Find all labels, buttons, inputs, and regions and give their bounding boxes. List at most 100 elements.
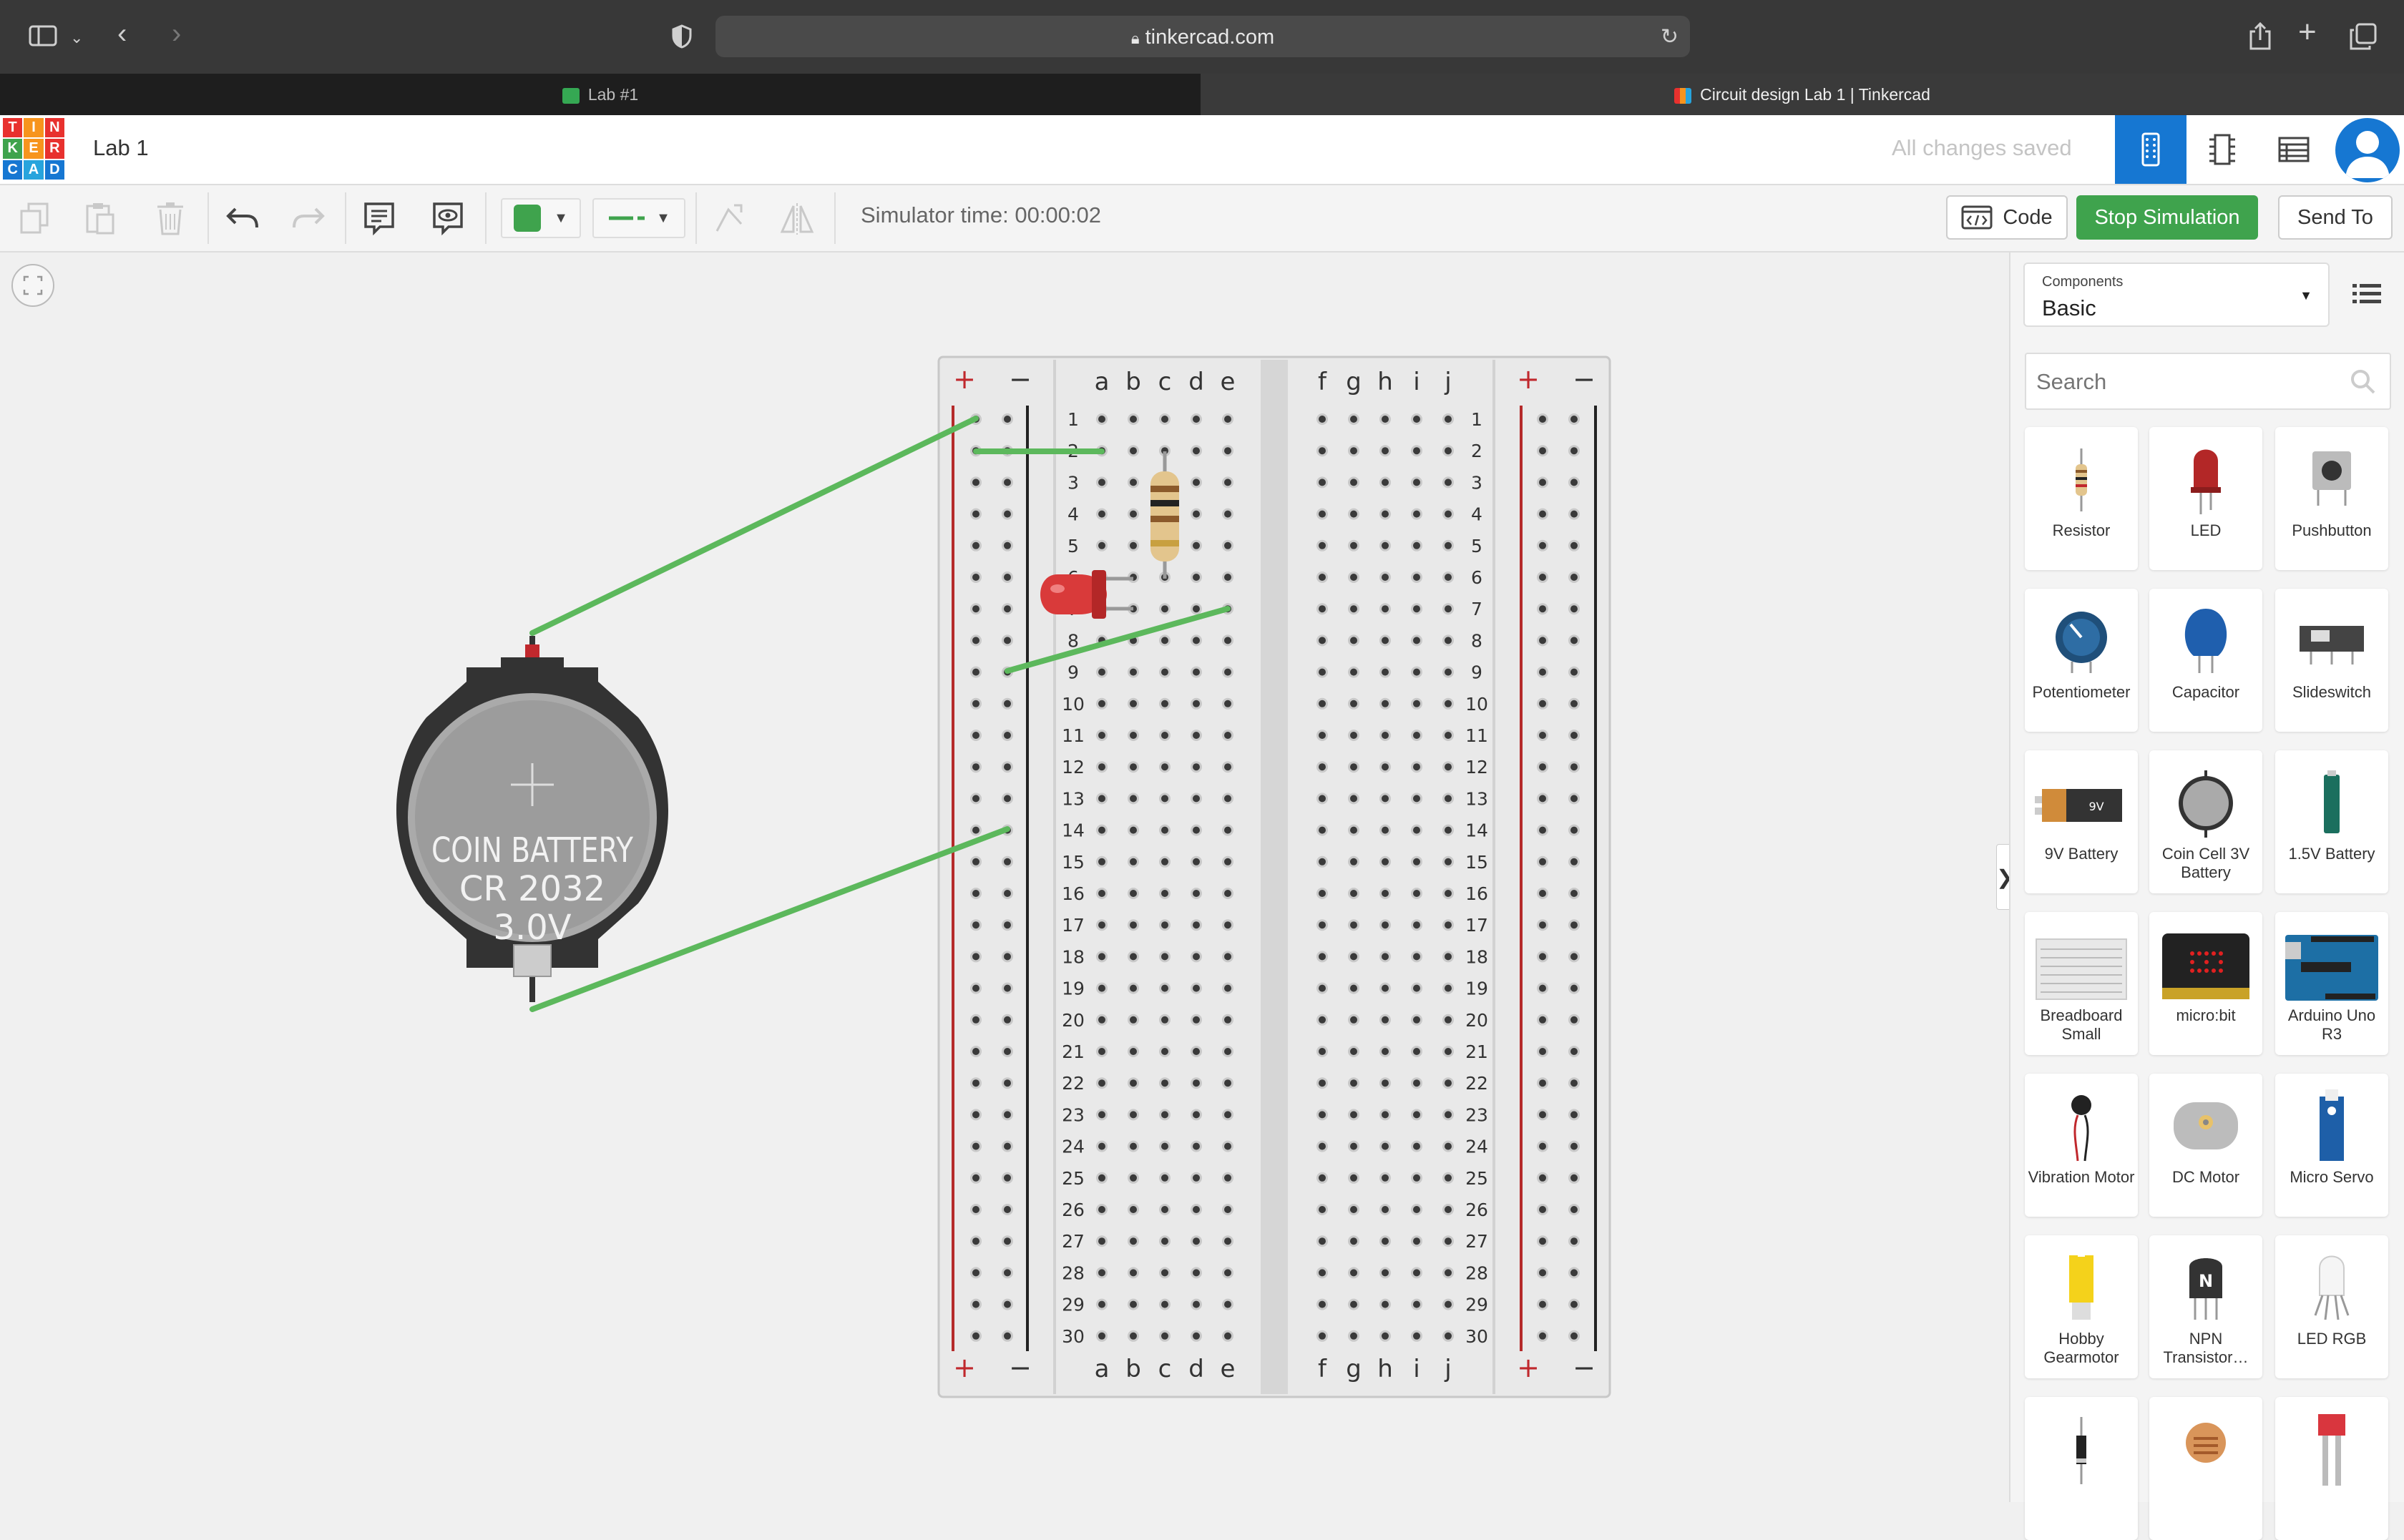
search-input[interactable] xyxy=(2035,364,2338,400)
tab-lab[interactable]: Lab #1 xyxy=(0,74,1201,115)
reload-icon[interactable]: ↻ xyxy=(1661,24,1679,49)
breadboard-hole[interactable] xyxy=(1411,476,1422,489)
breadboard-hole[interactable] xyxy=(1348,951,1359,963)
breadboard-hole[interactable] xyxy=(1411,539,1422,551)
coin-battery[interactable]: COIN BATTERY CR 2032 3.0V xyxy=(396,636,668,1002)
breadboard-hole[interactable] xyxy=(1537,1109,1548,1121)
breadboard-hole[interactable] xyxy=(1537,730,1548,741)
breadboard-hole[interactable] xyxy=(1411,1204,1422,1215)
schematic-view-button[interactable] xyxy=(2186,115,2258,184)
breadboard-hole[interactable] xyxy=(970,697,982,710)
breadboard-hole[interactable] xyxy=(1411,445,1422,457)
breadboard-hole[interactable] xyxy=(1096,855,1108,868)
breadboard-hole[interactable] xyxy=(1348,919,1359,931)
breadboard-hole[interactable] xyxy=(1096,793,1108,805)
breadboard-hole[interactable] xyxy=(1159,730,1171,741)
breadboard-hole[interactable] xyxy=(1191,666,1202,678)
breadboard-hole[interactable] xyxy=(1537,793,1548,805)
breadboard-hole[interactable] xyxy=(1348,1330,1359,1342)
breadboard-hole[interactable] xyxy=(1379,634,1391,647)
breadboard-hole[interactable] xyxy=(1128,982,1139,994)
breadboard-hole[interactable] xyxy=(1568,413,1580,425)
breadboard-hole[interactable] xyxy=(1537,919,1548,931)
breadboard-hole[interactable] xyxy=(1568,1046,1580,1057)
breadboard-hole[interactable] xyxy=(1159,1172,1171,1184)
breadboard-hole[interactable] xyxy=(1316,951,1328,963)
user-avatar[interactable] xyxy=(2335,118,2400,182)
breadboard-hole[interactable] xyxy=(1096,508,1108,520)
breadboard-hole[interactable] xyxy=(1379,1172,1391,1184)
breadboard-hole[interactable] xyxy=(1442,855,1454,868)
breadboard-hole[interactable] xyxy=(1348,476,1359,489)
breadboard-hole[interactable] xyxy=(1442,1172,1454,1184)
breadboard-hole[interactable] xyxy=(1128,697,1139,710)
breadboard-hole[interactable] xyxy=(1191,855,1202,868)
circuit-canvas[interactable]: + − + − + − + − 112233445566778899101011… xyxy=(0,252,2013,1502)
breadboard-hole[interactable] xyxy=(1442,413,1454,425)
breadboard-hole[interactable] xyxy=(1128,1140,1139,1152)
breadboard-hole[interactable] xyxy=(1379,824,1391,836)
breadboard-hole[interactable] xyxy=(1379,1330,1391,1342)
breadboard-hole[interactable] xyxy=(1442,824,1454,836)
breadboard-hole[interactable] xyxy=(1096,1140,1108,1152)
breadboard-hole[interactable] xyxy=(1348,1077,1359,1089)
component-tile[interactable]: Vibration Motor xyxy=(2025,1074,2138,1217)
breadboard-hole[interactable] xyxy=(1442,508,1454,520)
breadboard-hole[interactable] xyxy=(1002,539,1013,551)
breadboard-hole[interactable] xyxy=(1568,761,1580,773)
component-tile[interactable]: Coin Cell 3V Battery xyxy=(2149,750,2262,893)
breadboard-hole[interactable] xyxy=(1096,951,1108,963)
breadboard-hole[interactable] xyxy=(1537,697,1548,710)
breadboard-hole[interactable] xyxy=(1316,1014,1328,1026)
breadboard-hole[interactable] xyxy=(1537,666,1548,678)
breadboard-hole[interactable] xyxy=(1348,1267,1359,1279)
breadboard-hole[interactable] xyxy=(1191,413,1202,425)
breadboard-hole[interactable] xyxy=(1002,1014,1013,1026)
breadboard-hole[interactable] xyxy=(1379,413,1391,425)
breadboard[interactable]: + − + − + − + − 112233445566778899101011… xyxy=(937,355,1611,1398)
component-tile[interactable]: 1.5V Battery xyxy=(2275,750,2388,893)
undo-icon[interactable] xyxy=(222,198,262,238)
breadboard-hole[interactable] xyxy=(1128,1298,1139,1310)
breadboard-hole[interactable] xyxy=(1568,1330,1580,1342)
breadboard-hole[interactable] xyxy=(1379,730,1391,741)
breadboard-hole[interactable] xyxy=(1191,982,1202,994)
redo-icon[interactable] xyxy=(289,198,329,238)
breadboard-hole[interactable] xyxy=(1537,445,1548,457)
breadboard-hole[interactable] xyxy=(1348,445,1359,457)
component-tile[interactable]: 9V 9V Battery xyxy=(2025,750,2138,893)
breadboard-hole[interactable] xyxy=(1348,730,1359,741)
breadboard-hole[interactable] xyxy=(1568,445,1580,457)
breadboard-hole[interactable] xyxy=(1316,793,1328,805)
breadboard-hole[interactable] xyxy=(1159,1235,1171,1247)
breadboard-hole[interactable] xyxy=(970,1014,982,1026)
breadboard-hole[interactable] xyxy=(1379,1077,1391,1089)
breadboard-hole[interactable] xyxy=(1002,1172,1013,1184)
breadboard-hole[interactable] xyxy=(1348,572,1359,583)
breadboard-hole[interactable] xyxy=(1222,1235,1233,1247)
component-tile[interactable] xyxy=(2025,1397,2138,1540)
breadboard-hole[interactable] xyxy=(1568,1267,1580,1279)
breadboard-hole[interactable] xyxy=(1128,539,1139,551)
breadboard-hole[interactable] xyxy=(1379,1204,1391,1215)
breadboard-hole[interactable] xyxy=(1537,1204,1548,1215)
breadboard-hole[interactable] xyxy=(1568,476,1580,489)
breadboard-hole[interactable] xyxy=(1568,572,1580,583)
breadboard-hole[interactable] xyxy=(970,824,982,836)
breadboard-hole[interactable] xyxy=(1159,666,1171,678)
breadboard-hole[interactable] xyxy=(1316,1235,1328,1247)
breadboard-hole[interactable] xyxy=(1411,508,1422,520)
breadboard-hole[interactable] xyxy=(970,508,982,520)
breadboard-hole[interactable] xyxy=(1537,1172,1548,1184)
breadboard-hole[interactable] xyxy=(1348,1046,1359,1057)
breadboard-hole[interactable] xyxy=(1379,476,1391,489)
breadboard-hole[interactable] xyxy=(1002,603,1013,615)
code-button[interactable]: Code xyxy=(1946,195,2068,240)
new-tab-icon[interactable]: + xyxy=(2298,16,2317,48)
breadboard-hole[interactable] xyxy=(1568,730,1580,741)
breadboard-hole[interactable] xyxy=(1128,730,1139,741)
breadboard-hole[interactable] xyxy=(1411,697,1422,710)
breadboard-hole[interactable] xyxy=(1537,1267,1548,1279)
breadboard-hole[interactable] xyxy=(970,1204,982,1215)
breadboard-hole[interactable] xyxy=(1348,539,1359,551)
